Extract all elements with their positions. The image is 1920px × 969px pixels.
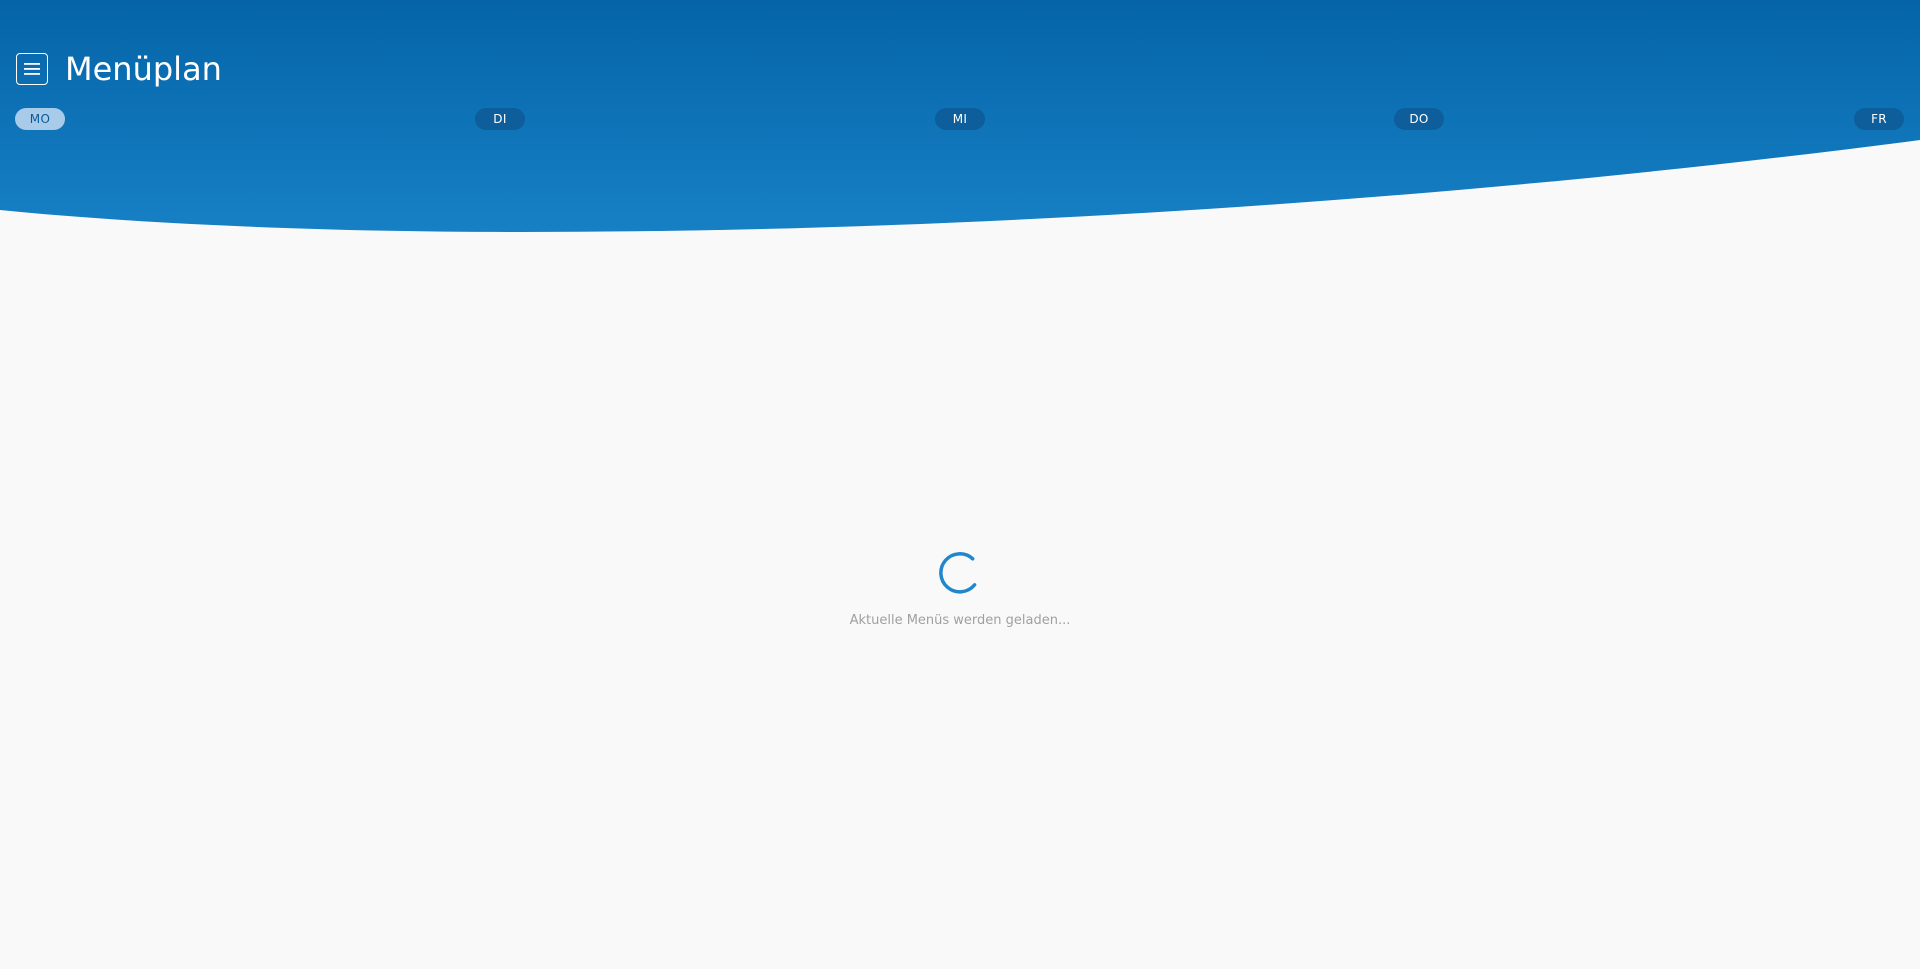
hamburger-menu-icon	[24, 63, 40, 75]
day-tab-fr[interactable]: FR	[1854, 108, 1904, 130]
day-tab-mo[interactable]: MO	[15, 108, 65, 130]
page-title: Menüplan	[65, 50, 222, 88]
day-tab-di[interactable]: DI	[475, 108, 525, 130]
spinner-icon	[939, 552, 977, 594]
day-tab-do[interactable]: DO	[1394, 108, 1444, 130]
loading-indicator: Aktuelle Menüs werden geladen...	[0, 550, 1920, 628]
day-tab-mi[interactable]: MI	[935, 108, 985, 130]
loading-text: Aktuelle Menüs werden geladen...	[849, 613, 1071, 628]
menu-button[interactable]	[16, 53, 48, 85]
top-bar: Menüplan	[16, 51, 222, 87]
app-root: Menüplan MO DI MI DO FR Aktuelle Menüs w…	[0, 0, 1920, 969]
